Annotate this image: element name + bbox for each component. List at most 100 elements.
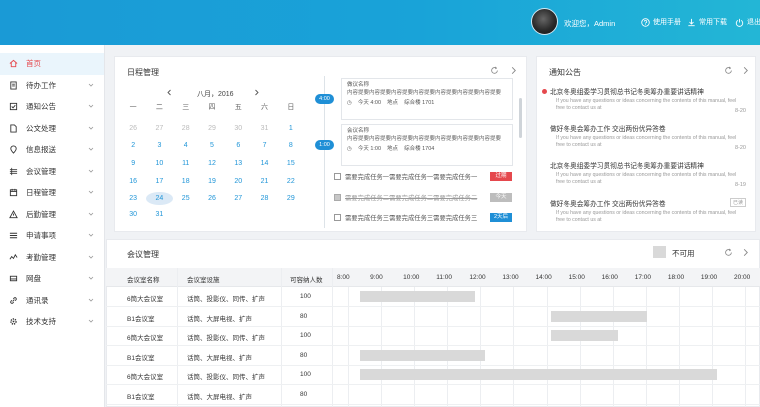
chevron-down-icon (88, 104, 94, 108)
sidebar-item-home[interactable]: 首页 (0, 53, 104, 75)
calendar-day[interactable]: 19 (199, 175, 225, 188)
room-facility: 话筒、投影仪、同传、扩声 (187, 296, 265, 303)
task-item[interactable]: 需要完成任务二需要完成任务二需要完成任务二 今天 (334, 192, 512, 203)
refresh-icon[interactable] (724, 248, 733, 257)
home-icon (9, 59, 18, 68)
calendar-day[interactable]: 29 (199, 122, 225, 135)
calendar-day (251, 208, 277, 221)
notice-item[interactable]: 做好冬奥会筹办工作 交出两份优异答卷 If you have any quest… (550, 198, 746, 224)
task-checkbox[interactable] (334, 214, 341, 221)
unavailable-slot (359, 349, 486, 361)
time-label: 15:00 (568, 274, 585, 281)
calendar-day[interactable]: 21 (251, 175, 277, 188)
sidebar-item-logistics[interactable]: 后勤管理 (0, 204, 104, 226)
sidebar-item-apply[interactable]: 申请事项 (0, 225, 104, 247)
chevron-right-icon[interactable] (741, 66, 750, 75)
calendar-week-row: 9 10 11 12 13 14 15 (120, 157, 304, 170)
calendar-day[interactable]: 24 (146, 192, 173, 205)
sidebar-item-disk[interactable]: 网盘 (0, 268, 104, 290)
notice-item-date: 8-20 (734, 108, 746, 114)
calendar-day[interactable]: 18 (173, 175, 199, 188)
calendar-day[interactable]: 29 (278, 192, 304, 205)
calendar-day[interactable]: 15 (278, 157, 304, 170)
notice-item[interactable]: 北京冬奥组委学习贯彻总书记冬奥筹办重要讲话精神 If you have any … (550, 160, 746, 188)
calendar-day[interactable]: 31 (146, 208, 172, 221)
unavailable-slot (359, 291, 476, 302)
calendar-day[interactable]: 25 (173, 192, 199, 205)
task-checkbox[interactable] (334, 194, 341, 201)
calendar-day[interactable]: 27 (225, 192, 251, 205)
chevron-right-icon[interactable] (741, 248, 750, 257)
calendar-day[interactable]: 22 (278, 175, 304, 188)
downloads-link[interactable]: 常用下载 (687, 17, 727, 27)
calendar-day[interactable]: 28 (173, 122, 199, 135)
notice-item[interactable]: 北京冬奥组委学习贯彻总书记冬奥筹办重要讲话精神 If you have any … (542, 86, 746, 114)
event-title: 会议名称 (347, 128, 370, 134)
sidebar-item-document[interactable]: 公文处理 (0, 118, 104, 140)
next-month-icon[interactable] (253, 89, 260, 96)
calendar-day[interactable]: 30 (225, 122, 251, 135)
manual-link[interactable]: 使用手册 (641, 17, 681, 27)
calendar-day[interactable]: 31 (251, 122, 277, 135)
notice-item[interactable]: 做好冬奥会筹办工作 交出两份优异答卷 If you have any quest… (550, 123, 746, 151)
calendar-day[interactable]: 20 (225, 175, 251, 188)
timeline-scrollbar[interactable] (519, 98, 522, 138)
task-item[interactable]: 需要完成任务三需要完成任务三需要完成任务三 2天后 (334, 212, 512, 223)
avatar[interactable] (531, 8, 558, 35)
sidebar-item-meeting[interactable]: 会议管理 (0, 161, 104, 183)
calendar-day[interactable]: 13 (225, 157, 251, 170)
weekday: 一 (129, 104, 137, 111)
calendar-day[interactable]: 11 (173, 157, 199, 170)
calendar-day[interactable]: 26 (120, 122, 146, 135)
calendar-day[interactable]: 23 (120, 192, 146, 205)
event-card[interactable]: 做议名称 内容提要内容提要内容提要内容提要内容提要内容提要内容提要 ◷ 今天 4… (341, 78, 513, 120)
sidebar-item-support[interactable]: 技术支持 (0, 311, 104, 333)
sidebar: 首页 待办工作 通知公告 公文处理 信息报送 会议管理 日程管理 后勤管理 申请… (0, 45, 105, 407)
refresh-icon[interactable] (490, 66, 499, 75)
calendar-day[interactable]: 9 (120, 157, 146, 170)
room-capacity: 100 (300, 293, 311, 300)
calendar-day[interactable]: 14 (251, 157, 277, 170)
room-name: B1会议室 (127, 315, 155, 323)
sidebar-item-report[interactable]: 信息报送 (0, 139, 104, 161)
event-content: 内容提要内容提要内容提要内容提要内容提要内容提要内容提要 (347, 136, 502, 142)
calendar-day[interactable]: 7 (251, 139, 277, 152)
calendar-day[interactable]: 6 (225, 139, 251, 152)
calendar-weekdays: 一 二 三 四 五 六 日 (120, 101, 304, 114)
calendar-day[interactable]: 17 (146, 175, 172, 188)
prev-month-icon[interactable] (166, 89, 173, 96)
task-checkbox[interactable] (334, 173, 341, 180)
calendar-day[interactable]: 28 (251, 192, 277, 205)
sidebar-item-contacts[interactable]: 通讯录 (0, 290, 104, 312)
chevron-right-icon[interactable] (509, 66, 518, 75)
room-capacity: 100 (300, 332, 311, 339)
chevron-down-icon (88, 190, 94, 194)
sidebar-item-notice[interactable]: 通知公告 (0, 96, 104, 118)
calendar-day[interactable]: 27 (146, 122, 172, 135)
notice-item-date: 8-20 (734, 145, 746, 151)
calendar-day[interactable]: 3 (146, 139, 172, 152)
notice-item-title: 北京冬奥组委学习贯彻总书记冬奥筹办重要讲话精神 (550, 89, 704, 96)
task-item[interactable]: 需要完成任务一需要完成任务一需要完成任务一 过期 (334, 171, 512, 182)
refresh-icon[interactable] (724, 66, 733, 75)
calendar-day[interactable]: 16 (120, 175, 146, 188)
sidebar-item-label: 通讯录 (26, 295, 49, 305)
calendar-day[interactable]: 5 (199, 139, 225, 152)
event-time-badge: 1:00 (315, 140, 334, 150)
logout-link[interactable]: 退出 (735, 17, 760, 27)
calendar-day[interactable]: 1 (278, 122, 304, 135)
calendar-day[interactable]: 12 (199, 157, 225, 170)
sidebar-item-attendance[interactable]: 考勤管理 (0, 247, 104, 269)
event-place: 综合楼 1701 (404, 100, 435, 106)
sidebar-item-schedule[interactable]: 日程管理 (0, 182, 104, 204)
calendar-day[interactable]: 8 (278, 139, 304, 152)
calendar-day[interactable]: 10 (146, 157, 172, 170)
calendar-day[interactable]: 26 (199, 192, 225, 205)
calendar-day[interactable]: 4 (173, 139, 199, 152)
sidebar-item-todo[interactable]: 待办工作 (0, 75, 104, 97)
chevron-down-icon (88, 233, 94, 237)
time-label: 17:00 (634, 274, 652, 281)
calendar-day[interactable]: 2 (120, 139, 146, 152)
calendar-day[interactable]: 30 (120, 208, 146, 221)
event-card[interactable]: 会议名称 内容提要内容提要内容提要内容提要内容提要内容提要内容提要 ◷ 今天 1… (341, 124, 513, 166)
